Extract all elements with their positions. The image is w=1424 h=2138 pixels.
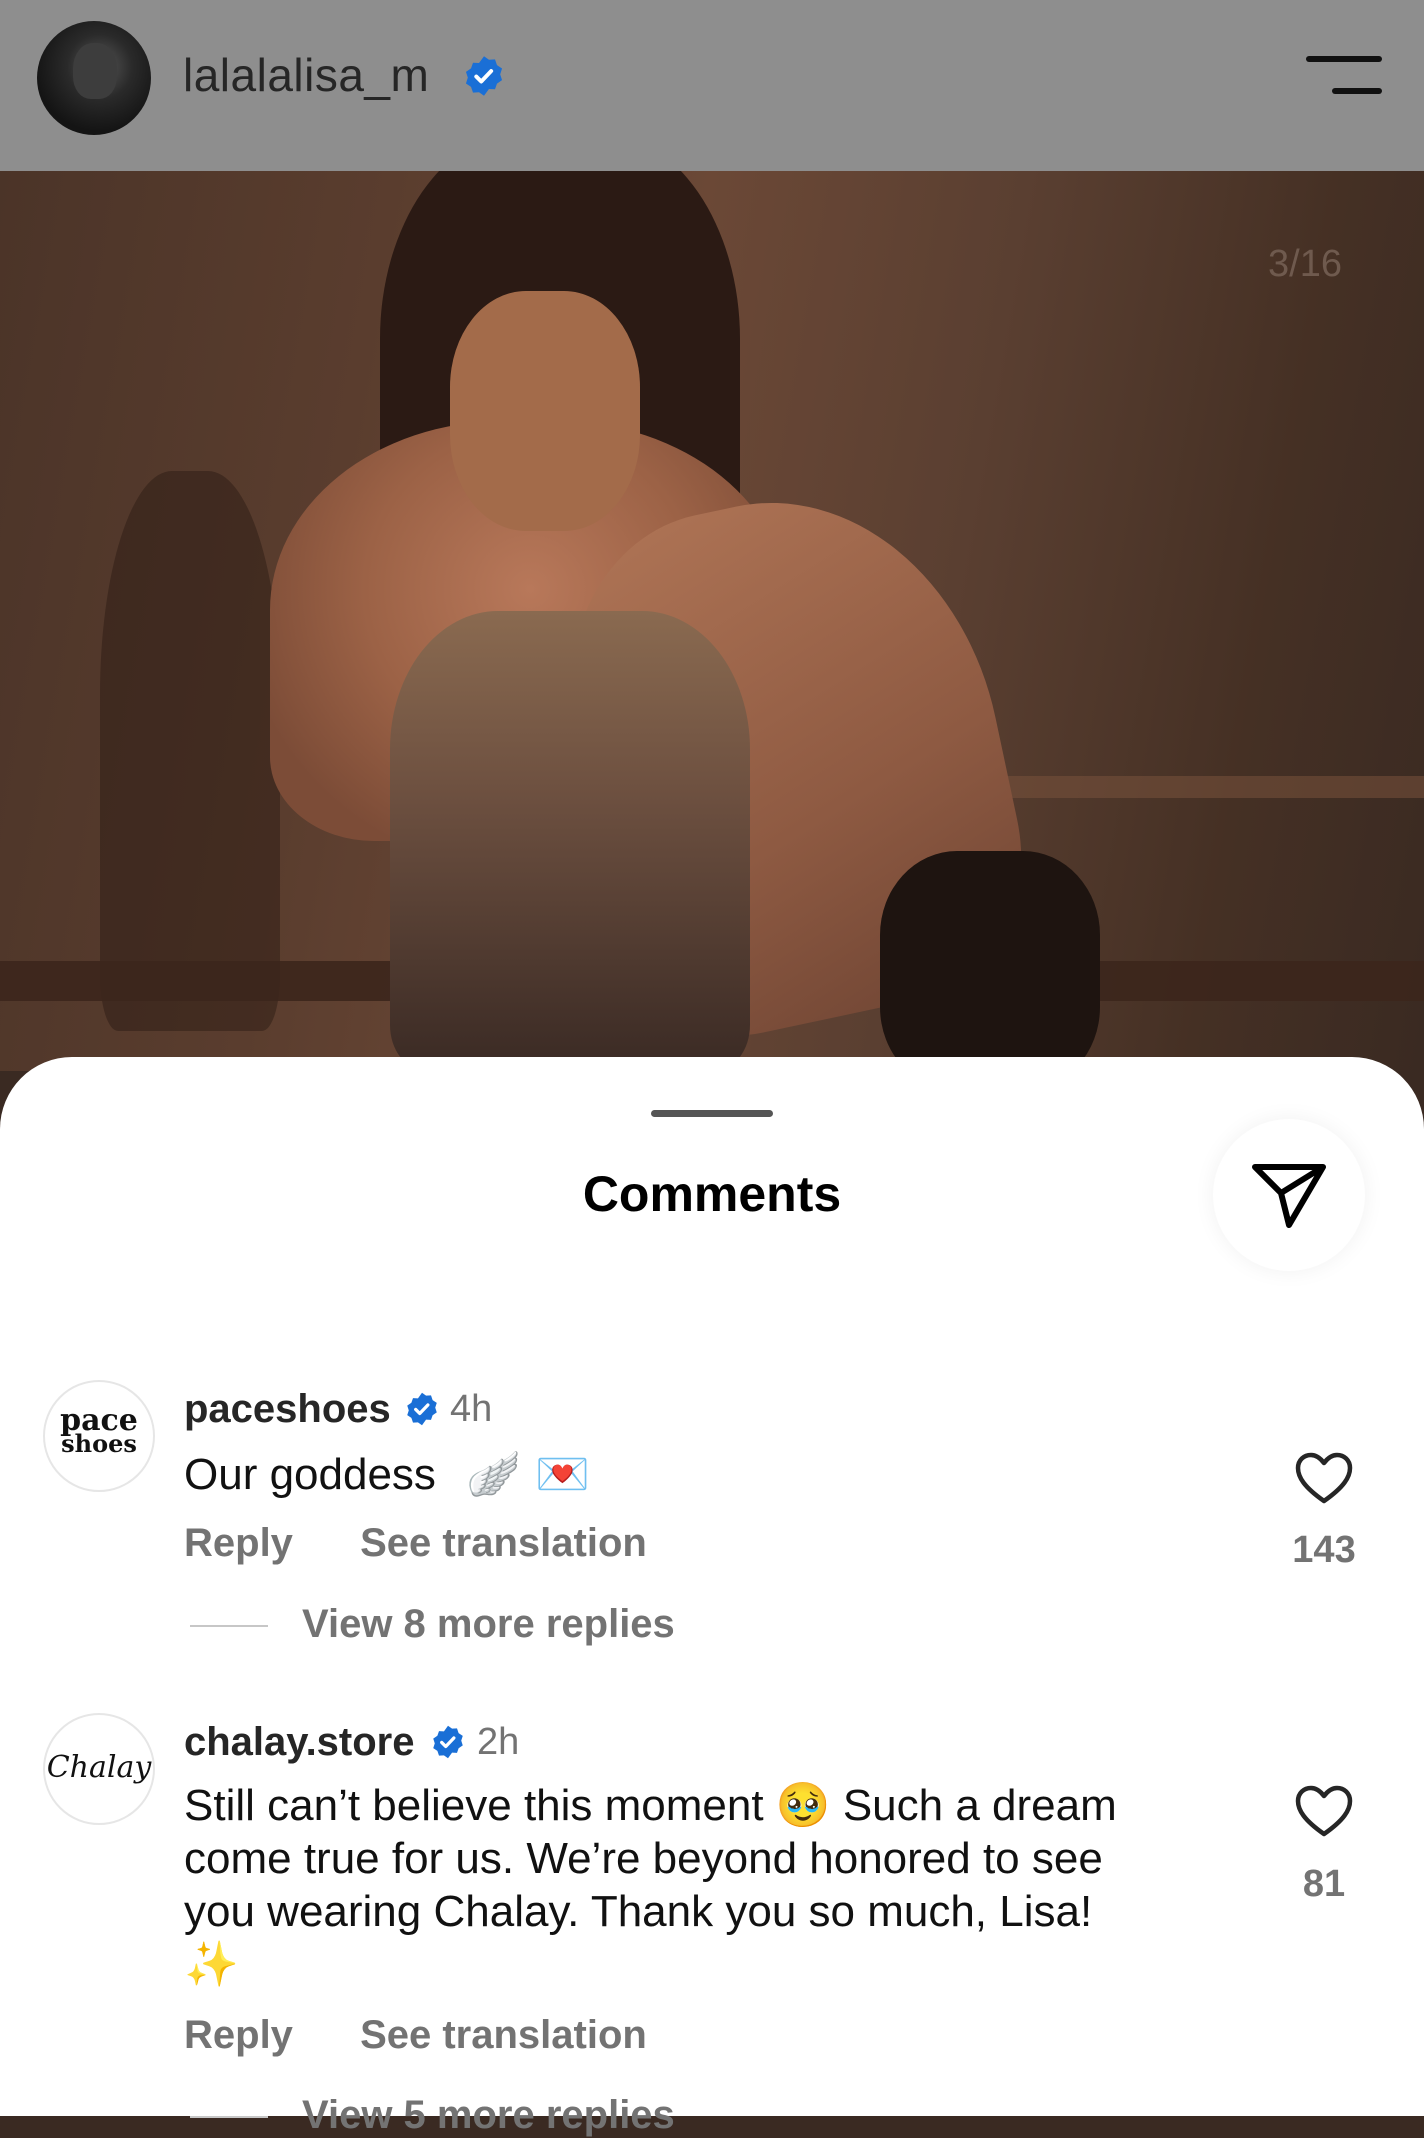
comment-text-line: come true for us. We’re beyond honored t… (184, 1834, 1103, 1883)
profile-avatar[interactable] (37, 21, 151, 135)
sheet-grabber[interactable] (651, 1110, 773, 1117)
like-count: 81 (1302, 1863, 1346, 1905)
share-button[interactable] (1213, 1119, 1365, 1271)
see-translation-button[interactable]: See translation (360, 2013, 647, 2057)
comment-emojis: 🪽 💌 (466, 1449, 590, 1500)
comment-text: Still can’t believe this moment 🥹 Such a… (184, 1779, 1244, 1991)
comment-text-line: ✨ (184, 1939, 239, 1990)
comment-username[interactable]: chalay.store (184, 1720, 415, 1765)
comment-text-body: Our goddess (184, 1450, 436, 1499)
profile-header: lalalalisa_m (0, 0, 1424, 171)
comment-time: 2h (477, 1721, 520, 1763)
heart-icon[interactable] (1294, 1451, 1354, 1507)
avatar-logo-text: Chalay (46, 1750, 152, 1785)
view-replies-label: View 5 more replies (302, 2093, 675, 2137)
comment-actions: Reply See translation (184, 2013, 703, 2058)
view-replies-button[interactable]: View 8 more replies (190, 1602, 675, 1647)
comment-username[interactable]: paceshoes (184, 1387, 391, 1432)
commenter-avatar[interactable]: Chalay (43, 1713, 155, 1825)
profile-username[interactable]: lalalalisa_m (183, 48, 429, 102)
comment-actions: Reply See translation (184, 1521, 703, 1566)
share-icon (1252, 1164, 1326, 1228)
comment-text-line: you wearing Chalay. Thank you so much, L… (184, 1887, 1093, 1936)
reply-button[interactable]: Reply (184, 1521, 293, 1565)
replies-divider (190, 1625, 268, 1628)
comment-time: 4h (450, 1388, 493, 1430)
like-count: 143 (1292, 1529, 1356, 1571)
reply-button[interactable]: Reply (184, 2013, 293, 2057)
avatar-logo-text: shoes (61, 1429, 137, 1458)
replies-divider (190, 2116, 268, 2119)
comment-text-line: Still can’t believe this moment 🥹 Such a… (184, 1781, 1117, 1830)
commenter-avatar[interactable]: pace shoes (43, 1380, 155, 1492)
verified-badge-icon (433, 1725, 463, 1759)
verified-badge-icon (407, 1392, 437, 1426)
comments-title: Comments (582, 1166, 842, 1222)
post-photo[interactable]: 3/16 (0, 171, 1424, 1071)
heart-icon[interactable] (1294, 1784, 1354, 1840)
comment-text: Our goddess 🪽 💌 (184, 1448, 1244, 1501)
carousel-counter: 3/16 (1268, 243, 1342, 285)
see-translation-button[interactable]: See translation (360, 1521, 647, 1565)
view-replies-label: View 8 more replies (302, 1602, 675, 1646)
menu-icon[interactable] (1306, 52, 1382, 100)
comments-sheet: Comments pace shoes paceshoes 4h Our god… (0, 1057, 1424, 2137)
verified-badge-icon (465, 56, 503, 96)
avatar-image (73, 43, 117, 99)
